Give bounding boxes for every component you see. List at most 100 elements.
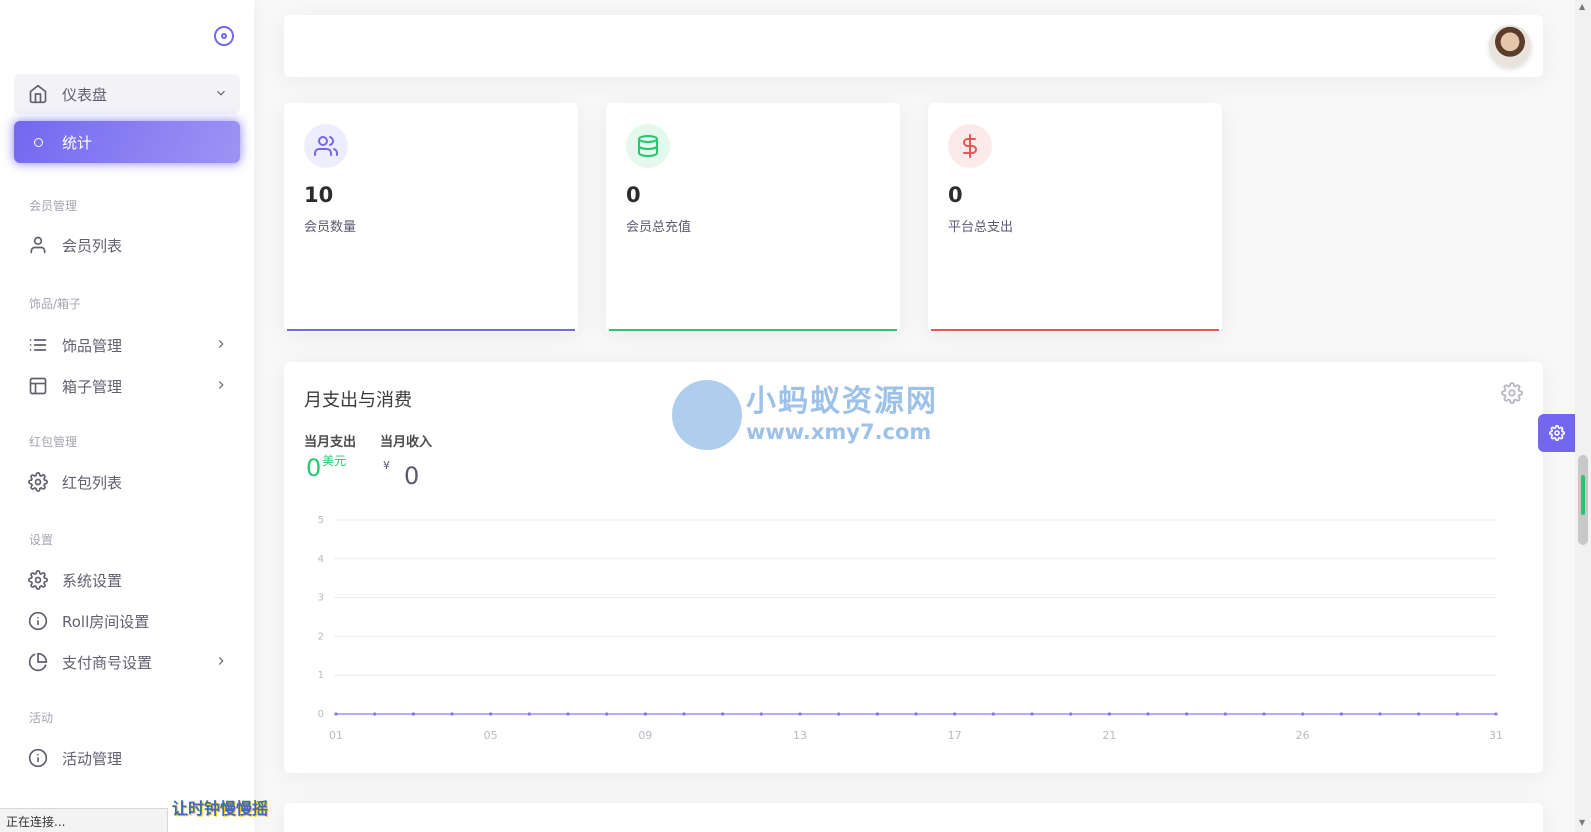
sidebar-item-red-packet-list[interactable]: 红包列表 <box>14 462 240 502</box>
sidebar-item-label: 仪表盘 <box>62 85 108 104</box>
chart-title: 月支出与消费 <box>304 390 412 411</box>
x-tick-label: 01 <box>329 729 343 742</box>
watermark-logo-icon <box>672 380 742 450</box>
circle-icon <box>28 132 48 152</box>
data-point <box>953 712 957 716</box>
scroll-down-icon[interactable]: ▼ <box>1579 818 1585 827</box>
stat-value: 0 <box>626 183 641 207</box>
sidebar-item-member-list[interactable]: 会员列表 <box>14 225 240 265</box>
data-point <box>1107 712 1111 716</box>
stat-value: 0 <box>948 183 963 207</box>
chevron-right-icon <box>218 340 224 348</box>
data-point <box>527 712 531 716</box>
expense-unit: 美元 <box>322 454 347 468</box>
section-header-activities: 活动 <box>29 711 54 725</box>
data-point <box>566 712 570 716</box>
x-tick-label: 05 <box>484 729 498 742</box>
section-header-members: 会员管理 <box>29 199 78 213</box>
income-label: 当月收入 <box>380 435 433 450</box>
data-point <box>643 712 647 716</box>
theme-customizer-button[interactable] <box>1538 414 1576 452</box>
stat-accent-bar <box>287 329 575 331</box>
gear-icon[interactable] <box>1501 382 1523 404</box>
chevron-down-icon <box>217 90 225 96</box>
data-point <box>1185 712 1189 716</box>
data-point <box>798 712 802 716</box>
data-point <box>373 712 377 716</box>
sidebar-item-roll-room-settings[interactable]: Roll房间设置 <box>14 601 240 641</box>
y-tick-label: 0 <box>318 709 324 720</box>
sidebar-item-label: 会员列表 <box>62 236 123 255</box>
gear-icon <box>1549 425 1565 441</box>
y-tick-label: 4 <box>318 554 324 565</box>
stat-card-total-expense: 0 平台总支出 <box>928 103 1222 332</box>
data-point <box>721 712 725 716</box>
y-tick-label: 1 <box>318 670 324 681</box>
data-point <box>334 712 338 716</box>
data-point <box>1146 712 1150 716</box>
stat-card-members: 10 会员数量 <box>284 103 578 332</box>
watermark: 小蚂蚁资源网 www.xmy7.com <box>672 380 938 450</box>
top-navbar <box>284 15 1543 77</box>
y-tick-label: 3 <box>318 593 324 604</box>
scrollbar-thumb[interactable] <box>1578 455 1588 545</box>
data-point <box>1262 712 1266 716</box>
info-icon <box>28 748 48 768</box>
data-point <box>1030 712 1034 716</box>
stat-accent-bar <box>931 329 1219 331</box>
sidebar-item-label: 支付商号设置 <box>62 653 153 672</box>
data-point <box>1378 712 1382 716</box>
sidebar-item-payment-merchant-settings[interactable]: 支付商号设置 <box>14 642 240 682</box>
stat-label: 会员数量 <box>304 220 357 235</box>
data-point <box>450 712 454 716</box>
data-point <box>875 712 879 716</box>
data-point <box>914 712 918 716</box>
data-point <box>837 712 841 716</box>
chevron-right-icon <box>218 381 224 389</box>
sidebar-item-boxes[interactable]: 箱子管理 <box>14 366 240 406</box>
stat-label: 会员总充值 <box>626 220 692 235</box>
data-point <box>1417 712 1421 716</box>
overlay-watermark-text: 让时钟慢慢摇 <box>172 799 269 818</box>
stat-card-total-recharge: 0 会员总充值 <box>606 103 900 332</box>
collapse-toggle-icon[interactable] <box>214 26 234 46</box>
data-point <box>489 712 493 716</box>
sidebar-item-system-settings[interactable]: 系统设置 <box>14 560 240 600</box>
sidebar-item-skins[interactable]: 饰品管理 <box>14 325 240 365</box>
watermark-url: www.xmy7.com <box>746 420 932 444</box>
expense-value: 0 <box>306 454 322 482</box>
next-card <box>284 803 1543 832</box>
info-icon <box>28 611 48 631</box>
data-point <box>1223 712 1227 716</box>
database-icon <box>626 124 670 168</box>
sidebar-item-dashboard[interactable]: 仪表盘 <box>14 74 240 114</box>
x-tick-label: 26 <box>1296 729 1310 742</box>
sidebar-item-statistics[interactable]: 统计 <box>14 121 240 163</box>
scroll-up-icon[interactable]: ▲ <box>1579 2 1585 11</box>
sidebar-item-label: 饰品管理 <box>62 336 123 355</box>
data-point <box>759 712 763 716</box>
avatar[interactable] <box>1489 25 1531 67</box>
section-header-red-packets: 红包管理 <box>29 435 78 449</box>
dollar-icon <box>948 124 992 168</box>
list-icon <box>28 335 48 355</box>
watermark-title: 小蚂蚁资源网 <box>746 384 938 419</box>
data-point <box>1069 712 1073 716</box>
expense-label: 当月支出 <box>304 435 357 450</box>
x-tick-label: 21 <box>1102 729 1116 742</box>
data-point <box>1494 712 1498 716</box>
gear-icon <box>28 570 48 590</box>
y-tick-label: 2 <box>318 631 324 642</box>
user-icon <box>28 235 48 255</box>
sidebar-item-label: 统计 <box>62 133 93 152</box>
browser-status-bar: 正在连接... <box>0 808 168 832</box>
layout-icon <box>28 376 48 396</box>
gear-icon <box>28 472 48 492</box>
sidebar-item-label: 箱子管理 <box>62 377 123 396</box>
sidebar-item-activity-management[interactable]: 活动管理 <box>14 738 240 778</box>
page-scrollbar[interactable]: ▲ ▼ <box>1575 0 1591 832</box>
x-tick-label: 17 <box>948 729 962 742</box>
x-tick-label: 13 <box>793 729 807 742</box>
data-point <box>605 712 609 716</box>
data-point <box>411 712 415 716</box>
